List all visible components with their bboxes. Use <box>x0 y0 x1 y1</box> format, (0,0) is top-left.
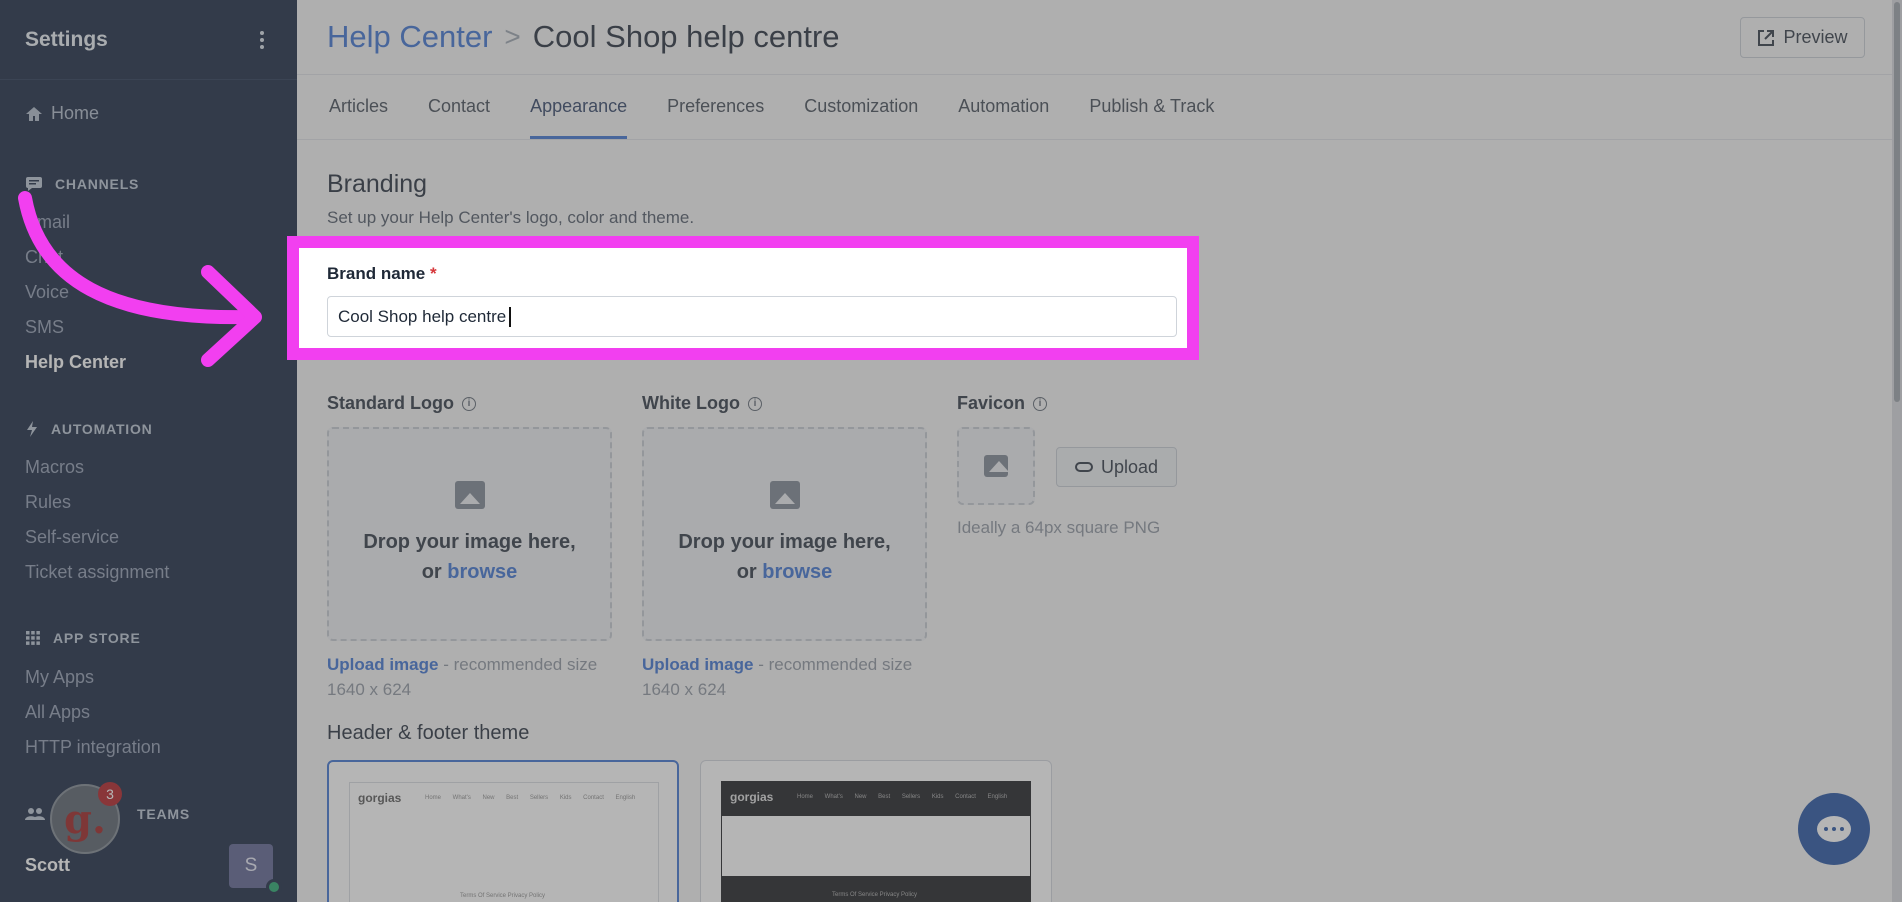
tab-articles[interactable]: Articles <box>329 96 388 139</box>
tab-appearance[interactable]: Appearance <box>530 96 628 139</box>
grid-icon <box>26 631 40 645</box>
avatar[interactable]: S <box>229 844 273 888</box>
theme-footer-links: Terms Of Service Privacy Policy <box>460 893 546 899</box>
standard-logo-upload-hint: Upload image - recommended size 1640 x 6… <box>327 652 612 702</box>
current-user-name[interactable]: Scott <box>25 855 70 876</box>
brand-name-text: Brand name <box>327 264 426 283</box>
standard-logo-title: Standard Logo <box>327 393 454 413</box>
theme-nav-links: Home What's New Best Sellers Kids Contac… <box>797 794 1008 800</box>
notification-badge: 3 <box>98 782 122 806</box>
browse-link[interactable]: browse <box>447 561 517 583</box>
section-label: APP STORE <box>53 630 141 646</box>
white-logo-dropzone[interactable]: Drop your image here, or browse <box>642 427 927 641</box>
favicon-label: Favicon i <box>957 393 1048 414</box>
theme-option-light[interactable]: gorgias Home What's New Best Sellers Kid… <box>327 760 679 902</box>
image-icon <box>769 481 800 509</box>
tab-automation[interactable]: Automation <box>958 96 1049 139</box>
annotation-arrow-icon <box>18 191 262 367</box>
preview-button[interactable]: Preview <box>1740 17 1865 58</box>
tab-customization[interactable]: Customization <box>804 96 918 139</box>
sidebar-item-self-service[interactable]: Self-service <box>25 527 119 548</box>
favicon-upload-button[interactable]: Upload <box>1056 447 1177 487</box>
sidebar-title: Settings <box>25 27 108 51</box>
theme-option-dark[interactable]: gorgias Home What's New Best Sellers Kid… <box>700 760 1052 902</box>
drop-line: Drop your image here, <box>678 531 891 553</box>
theme-brand: gorgias <box>358 791 402 805</box>
breadcrumb-separator: > <box>504 21 521 52</box>
drop-or: or <box>736 561 757 583</box>
section-label: TEAMS <box>137 806 190 822</box>
info-icon[interactable]: i <box>1033 396 1048 411</box>
breadcrumb-help-center-link[interactable]: Help Center <box>327 19 492 55</box>
sidebar-item-home[interactable]: Home <box>25 103 99 124</box>
browse-link[interactable]: browse <box>762 561 832 583</box>
online-status-dot <box>266 879 282 895</box>
image-icon <box>454 481 485 509</box>
favicon-hint: Ideally a 64px square PNG <box>957 518 1161 537</box>
standard-logo-dropzone[interactable]: Drop your image here, or browse <box>327 427 612 641</box>
drop-or: or <box>421 561 442 583</box>
standard-logo-label: Standard Logo i <box>327 393 476 414</box>
sidebar-item-macros[interactable]: Macros <box>25 457 84 478</box>
sidebar-item-all-apps[interactable]: All Apps <box>25 702 90 723</box>
favicon-dropzone[interactable] <box>957 427 1035 505</box>
dropzone-text: Drop your image here, or browse <box>678 527 890 587</box>
sidebar-item-my-apps[interactable]: My Apps <box>25 667 94 688</box>
settings-sidebar: Settings Home CHANNELS Email Chat Voice … <box>0 0 297 902</box>
upload-image-link[interactable]: Upload image <box>327 655 438 674</box>
tab-publish-track[interactable]: Publish & Track <box>1089 96 1214 139</box>
header-footer-theme-heading: Header & footer theme <box>327 722 530 744</box>
people-icon <box>25 808 45 820</box>
home-icon <box>26 106 42 121</box>
brand-name-label: Brand name * <box>327 264 437 284</box>
sidebar-header: Settings <box>0 0 297 80</box>
upload-image-link[interactable]: Upload image <box>642 655 753 674</box>
page-title: Cool Shop help centre <box>532 19 840 54</box>
white-logo-label: White Logo i <box>642 393 762 414</box>
info-icon[interactable]: i <box>462 396 476 411</box>
brand-name-spotlight: Brand name * Cool Shop help centre <box>287 236 1199 360</box>
tab-bar: Articles Contact Appearance Preferences … <box>297 75 1902 140</box>
sidebar-item-ticket-assignment[interactable]: Ticket assignment <box>25 562 169 583</box>
favicon-title: Favicon <box>957 393 1026 413</box>
white-logo-title: White Logo <box>642 393 740 413</box>
text-caret <box>509 306 512 327</box>
chat-launcher[interactable] <box>1798 793 1870 865</box>
brand-name-input[interactable]: Cool Shop help centre <box>327 296 1177 337</box>
info-icon[interactable]: i <box>747 396 762 411</box>
theme-preview-light: gorgias Home What's New Best Sellers Kid… <box>349 782 659 902</box>
sidebar-item-label: Home <box>51 103 100 123</box>
theme-preview-dark: gorgias Home What's New Best Sellers Kid… <box>721 781 1031 902</box>
sidebar-item-http-integration[interactable]: HTTP integration <box>25 737 161 758</box>
external-link-icon <box>1758 29 1775 46</box>
required-mark: * <box>429 264 437 283</box>
brand-name-value: Cool Shop help centre <box>338 306 507 326</box>
upload-label: Upload <box>1100 456 1159 477</box>
branding-heading: Branding <box>327 170 428 198</box>
tab-contact[interactable]: Contact <box>428 96 490 139</box>
tab-preferences[interactable]: Preferences <box>667 96 764 139</box>
theme-nav-links: Home What's New Best Sellers Kids Contac… <box>425 795 636 801</box>
lightning-icon <box>27 421 37 437</box>
preview-label: Preview <box>1783 27 1848 47</box>
dropzone-text: Drop your image here, or browse <box>363 527 575 587</box>
section-label: AUTOMATION <box>51 421 153 437</box>
white-logo-upload-hint: Upload image - recommended size 1640 x 6… <box>642 652 927 702</box>
image-icon <box>984 455 1009 477</box>
chat-icon <box>1817 816 1851 842</box>
theme-brand: gorgias <box>730 790 774 804</box>
main-content: Help Center > Cool Shop help centre Prev… <box>297 0 1902 902</box>
section-automation: AUTOMATION <box>25 420 153 438</box>
branding-description: Set up your Help Center's logo, color an… <box>327 208 695 227</box>
scrollbar-thumb[interactable] <box>1894 2 1900 402</box>
theme-preview-body <box>722 816 1030 876</box>
sidebar-item-rules[interactable]: Rules <box>25 492 71 513</box>
theme-footer-links: Terms Of Service Privacy Policy <box>832 892 918 898</box>
section-app-store: APP STORE <box>25 630 141 646</box>
more-options-icon[interactable] <box>252 28 272 52</box>
paperclip-icon <box>1074 462 1093 472</box>
drop-line: Drop your image here, <box>363 531 576 553</box>
breadcrumb: Help Center > Cool Shop help centre <box>297 0 1902 75</box>
